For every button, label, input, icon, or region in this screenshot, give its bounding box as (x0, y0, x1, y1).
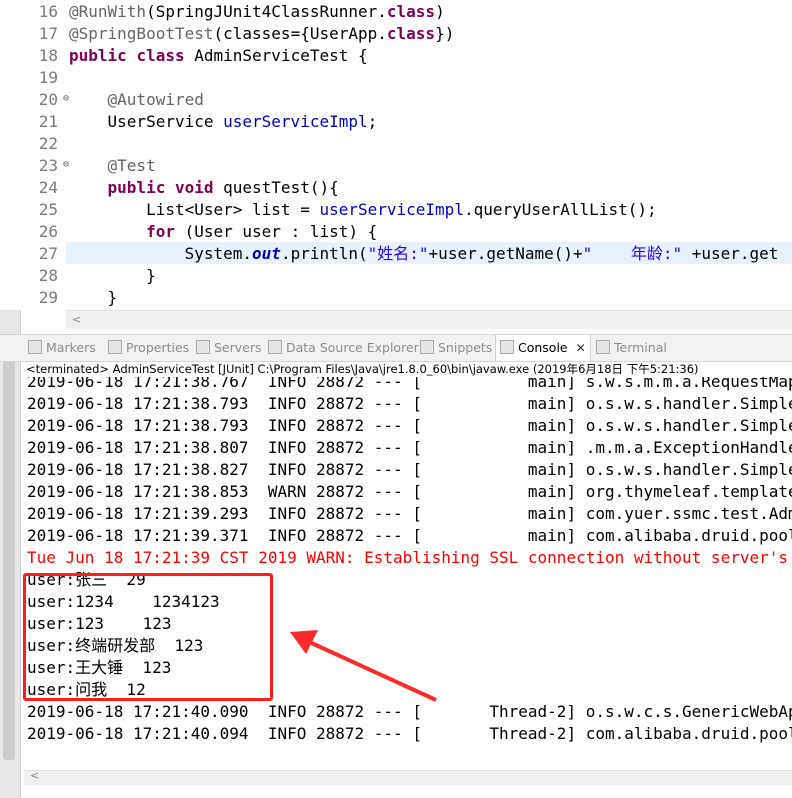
console-line: 2019-06-18 17:21:39.371 INFO 28872 --- [… (27, 526, 792, 545)
code-line: @Autowired (107, 90, 204, 109)
line-number: 28 (38, 266, 58, 285)
line-number: 17 (38, 24, 58, 43)
tab-label: Snippets (438, 340, 493, 355)
console-line: user:问我 12 (27, 680, 146, 699)
data-source-icon (268, 340, 282, 354)
tab-terminal[interactable]: Terminal (596, 335, 667, 361)
tab-properties[interactable]: Properties (108, 335, 189, 361)
console-horizontal-scrollbar[interactable]: < (24, 769, 792, 785)
code-line: public class AdminServiceTest { (69, 46, 368, 65)
code-line: UserService userServiceImpl; (69, 112, 378, 131)
console-line: user:王大锤 123 (27, 658, 172, 677)
line-number: 25 (38, 200, 58, 219)
snippets-icon (420, 340, 434, 354)
console-line: user:终端研发部 123 (27, 636, 204, 655)
line-number: 24 (38, 178, 58, 197)
tab-markers[interactable]: Markers (28, 335, 96, 361)
console-icon (500, 340, 514, 354)
editor-horizontal-scrollbar[interactable]: < (66, 310, 792, 329)
console-output[interactable]: 2019-06-18 17:21:38.767 INFO 28872 --- [… (24, 377, 792, 772)
scrollbar-thumb[interactable] (3, 360, 15, 760)
line-number: 18 (38, 46, 58, 65)
console-line: 2019-06-18 17:21:40.090 INFO 28872 --- [… (27, 702, 792, 721)
line-number: 20 ⊖ (38, 90, 69, 109)
console-line: user:123 123 (27, 614, 172, 633)
view-tab-bar: Markers Properties Servers Data Source Expl… (0, 334, 792, 362)
tab-console[interactable]: Console ✕ (495, 335, 591, 361)
console-line: 2019-06-18 17:21:38.767 INFO 28872 --- [… (27, 377, 792, 391)
tab-label: Properties (126, 340, 190, 355)
code-line: List<User> list = userServiceImpl.queryU… (69, 200, 657, 219)
line-number: 22 (38, 134, 58, 153)
close-icon[interactable]: ✕ (576, 341, 586, 355)
code-line: @RunWith(SpringJUnit4ClassRunner.class) (69, 2, 445, 21)
tab-label: Data Source Explorer (286, 340, 419, 355)
code-line: } (69, 266, 156, 285)
line-number: 19 (38, 68, 58, 87)
line-number-gutter: 16 17 18 19 20 ⊖ 21 22 23 ⊖ 24 25 26 27 28 29 (24, 0, 69, 310)
console-line: 2019-06-18 17:21:38.793 INFO 28872 --- [… (27, 416, 792, 435)
code-line: @SpringBootTest(classes={UserApp.class}) (69, 24, 455, 43)
console-line: 2019-06-18 17:21:38.807 INFO 28872 --- [… (27, 438, 792, 457)
console-line: Tue Jun 18 17:21:39 CST 2019 WARN: Estab… (27, 548, 792, 567)
line-number: 21 (38, 112, 58, 131)
console-line: 2019-06-18 17:21:38.853 WARN 28872 --- [… (27, 482, 792, 501)
line-number: 26 (38, 222, 58, 241)
line-number: 23 ⊖ (38, 156, 69, 175)
tab-label: Console (518, 340, 568, 355)
scroll-left-icon[interactable]: < (72, 311, 81, 329)
code-line: } (69, 288, 118, 307)
terminal-icon (596, 340, 610, 354)
console-line: 2019-06-18 17:21:38.793 INFO 28872 --- [… (27, 394, 792, 413)
markers-icon (28, 340, 42, 354)
tab-servers[interactable]: Servers (196, 335, 262, 361)
line-number: 29 (38, 288, 58, 307)
line-number: 27 (38, 244, 58, 263)
code-line: public void questTest(){ (107, 178, 339, 197)
tab-label: Servers (214, 340, 262, 355)
console-line: user:张三 29 (27, 570, 146, 589)
console-line: 2019-06-18 17:21:38.827 INFO 28872 --- [… (27, 460, 792, 479)
code-line: @Test (107, 156, 156, 175)
tab-label: Markers (46, 340, 96, 355)
tab-label: Terminal (614, 340, 667, 355)
console-status-line: <terminated> AdminServiceTest [JUnit] C:… (26, 362, 699, 376)
console-line: user:1234 1234123 (27, 592, 220, 611)
console-line: 2019-06-18 17:21:40.094 INFO 28872 --- [… (27, 724, 792, 743)
tab-snippets[interactable]: Snippets (420, 335, 492, 361)
properties-icon (108, 340, 122, 354)
code-line: System.out.println("姓名:"+user.getName()+… (69, 244, 779, 263)
code-line: for (User user : list) { (146, 222, 378, 241)
servers-icon (196, 340, 210, 354)
line-number: 16 (38, 2, 58, 21)
tab-data-source-explorer[interactable]: Data Source Explorer (268, 335, 419, 361)
code-editor[interactable]: 16 17 18 19 20 ⊖ 21 22 23 ⊖ 24 25 26 27 28 29 @RunWith(… (0, 0, 792, 310)
scroll-left-icon[interactable]: < (30, 769, 39, 782)
console-line: 2019-06-18 17:21:39.293 INFO 28872 --- [… (27, 504, 792, 523)
